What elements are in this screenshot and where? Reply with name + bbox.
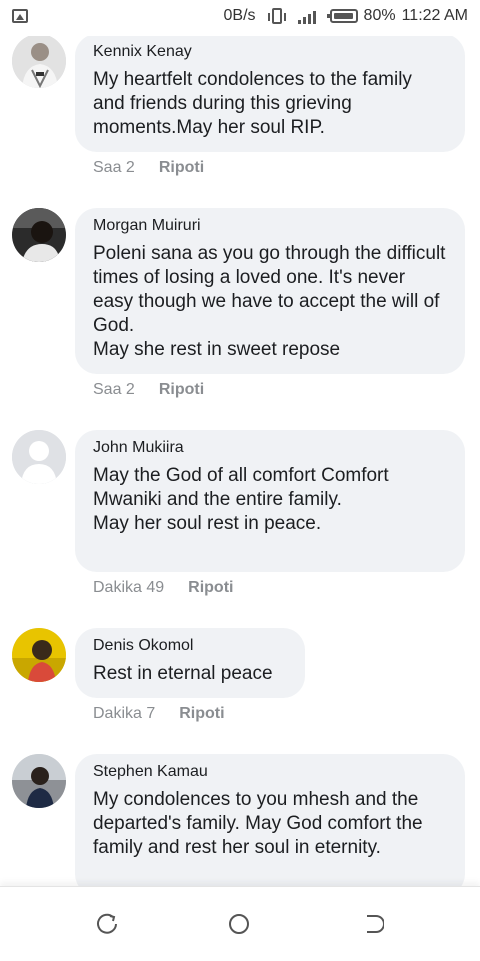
vibrate-icon bbox=[267, 8, 286, 24]
home-icon[interactable] bbox=[228, 913, 250, 935]
comment-meta: Dakika 49 Ripoti bbox=[93, 579, 233, 597]
comment-text: My condolences to you mhesh and the depa… bbox=[93, 789, 423, 858]
comment-bubble: Morgan Muiruri Poleni sana as you go thr… bbox=[75, 208, 465, 374]
status-bar: 0B/s 80% 11:22 AM bbox=[0, 0, 480, 36]
avatar[interactable] bbox=[12, 430, 66, 484]
comment-author[interactable]: Kennix Kenay bbox=[93, 42, 447, 62]
report-button[interactable]: Ripoti bbox=[188, 579, 233, 597]
comment-text: My heartfelt condolences to the family a… bbox=[93, 69, 412, 138]
comment-author[interactable]: Denis Okomol bbox=[93, 636, 287, 656]
status-indicators: 0B/s 80% 11:22 AM bbox=[224, 7, 468, 25]
comment-text: May the God of all comfort Comfort Mwani… bbox=[93, 465, 389, 534]
image-icon bbox=[12, 9, 28, 23]
comment-bubble: Denis Okomol Rest in eternal peace bbox=[75, 628, 305, 698]
comment-author[interactable]: Stephen Kamau bbox=[93, 762, 447, 782]
avatar[interactable] bbox=[12, 208, 66, 262]
comment-text: Rest in eternal peace bbox=[93, 663, 273, 684]
report-button[interactable]: Ripoti bbox=[159, 381, 204, 399]
comment-bubble: John Mukiira May the God of all comfort … bbox=[75, 430, 465, 572]
clock: 11:22 AM bbox=[401, 7, 468, 24]
comment-author[interactable]: John Mukiira bbox=[93, 438, 447, 458]
comment-time: Saa 2 bbox=[93, 381, 135, 398]
signal-icon bbox=[297, 8, 316, 24]
report-button[interactable]: Ripoti bbox=[179, 705, 224, 723]
back-icon[interactable] bbox=[362, 913, 384, 935]
navigation-bar bbox=[0, 886, 480, 961]
comment-time: Dakika 49 bbox=[93, 579, 165, 596]
network-speed: 0B/s bbox=[223, 7, 256, 24]
comment-meta: Saa 2 Ripoti bbox=[93, 159, 204, 177]
comment-meta: Saa 2 Ripoti bbox=[93, 381, 204, 399]
comment-text: Poleni sana as you go through the diffic… bbox=[93, 243, 446, 360]
avatar[interactable] bbox=[12, 754, 66, 808]
recent-apps-icon[interactable] bbox=[96, 913, 118, 935]
comment-bubble: Kennix Kenay My heartfelt condolences to… bbox=[75, 34, 465, 152]
comment-author[interactable]: Morgan Muiruri bbox=[93, 216, 447, 236]
battery-level: 80% bbox=[363, 7, 396, 24]
comment-bubble: Stephen Kamau My condolences to you mhes… bbox=[75, 754, 465, 896]
avatar[interactable] bbox=[12, 628, 66, 682]
comment-time: Saa 2 bbox=[93, 159, 135, 176]
avatar[interactable] bbox=[12, 34, 66, 88]
report-button[interactable]: Ripoti bbox=[159, 159, 204, 177]
battery-icon bbox=[326, 9, 358, 23]
comment-time: Dakika 7 bbox=[93, 705, 156, 722]
comment-meta: Dakika 7 Ripoti bbox=[93, 705, 225, 723]
